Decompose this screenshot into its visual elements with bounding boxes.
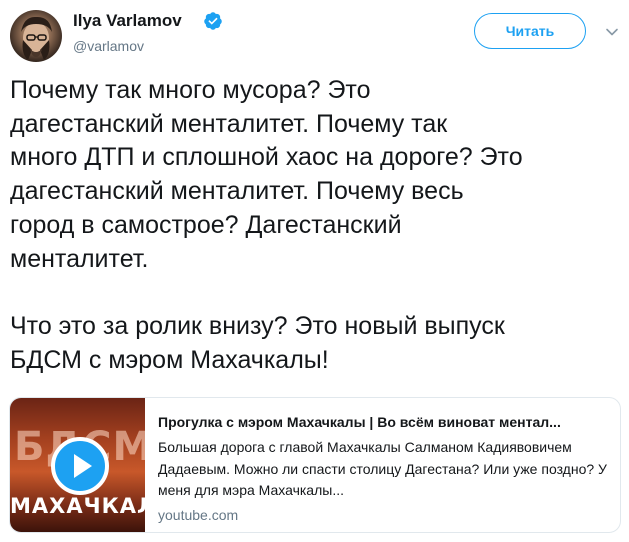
card-title[interactable]: Прогулка с мэром Махачкалы | Во всём вин… [158,413,610,432]
card-body[interactable]: Прогулка с мэром Махачкалы | Во всём вин… [158,413,610,525]
avatar-image [21,16,52,60]
play-icon[interactable] [50,436,110,496]
card-thumbnail[interactable]: БДСМ 2 МАХАЧКАЛА [10,398,145,532]
tweet-paragraph: Почему так много мусора? Это дагестански… [10,76,523,273]
tweet-text: Почему так много мусора? Это дагестански… [10,74,622,377]
tweet: Ilya Varlamov @varlamov Читать Почему та… [0,0,629,542]
follow-button[interactable]: Читать [474,13,586,49]
avatar[interactable] [10,10,62,62]
card-domain: youtube.com [158,506,239,523]
link-card[interactable]: БДСМ 2 МАХАЧКАЛА Прогулка с мэром Махачк… [9,397,621,533]
verified-badge-icon [204,12,222,30]
tweet-paragraph: Что это за ролик внизу? Это новый выпуск… [10,311,505,374]
card-description: Большая дорога с главой Махачкалы Салман… [158,439,607,498]
author-handle[interactable]: @varlamov [73,38,144,54]
author-name[interactable]: Ilya Varlamov [73,11,182,31]
thumbnail-caption-text: МАХАЧКАЛА [10,494,145,518]
chevron-down-icon[interactable] [605,25,619,39]
